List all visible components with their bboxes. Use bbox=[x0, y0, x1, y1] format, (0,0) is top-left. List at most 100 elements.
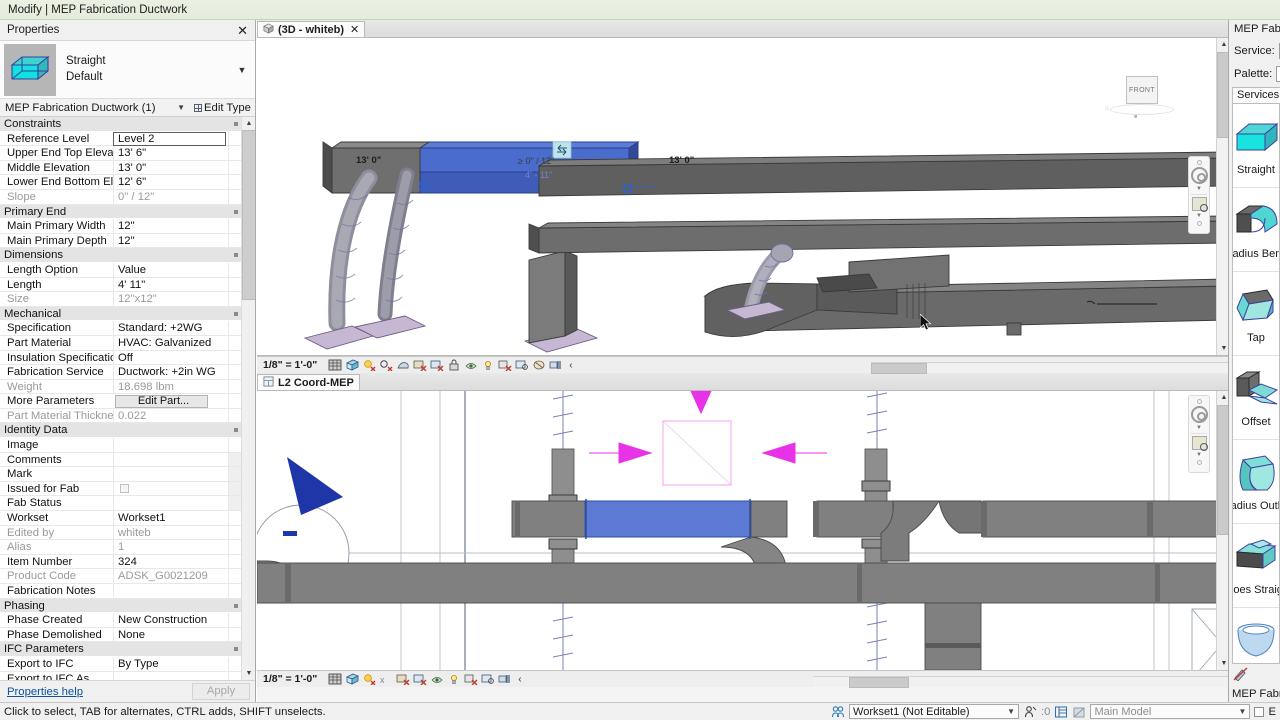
scroll-up-arrow-icon[interactable]: ▲ bbox=[242, 117, 255, 130]
scroll-up-arrow-icon[interactable]: ▲ bbox=[1217, 391, 1228, 404]
property-value[interactable]: 12' 6" bbox=[113, 175, 228, 189]
workset-combo[interactable]: Workset1 (Not Editable) ▼ bbox=[849, 704, 1020, 719]
property-row[interactable]: Upper End Top Elevation13' 6" bbox=[0, 146, 242, 161]
close-icon[interactable]: ✕ bbox=[235, 24, 250, 37]
steering-wheel-2d-icon[interactable] bbox=[1190, 406, 1208, 423]
chevron-down-icon[interactable]: ▼ bbox=[1196, 186, 1202, 192]
property-row[interactable]: Export to IFC As bbox=[0, 671, 242, 680]
scrollbar-thumb[interactable] bbox=[871, 363, 927, 374]
rendering-dialog-icon[interactable] bbox=[396, 359, 410, 372]
property-row[interactable]: Part Material HVAC: Galvanized bbox=[0, 335, 242, 351]
temporary-view-properties-icon[interactable] bbox=[498, 359, 512, 372]
property-value[interactable]: New Construction bbox=[113, 613, 228, 627]
property-row[interactable]: Alias 1 bbox=[0, 540, 242, 555]
view-scale-3d[interactable]: 1/8" = 1'-0" bbox=[263, 359, 317, 371]
property-row[interactable]: Size 12"x12" bbox=[0, 292, 242, 307]
reveal-hidden-icon[interactable] bbox=[447, 673, 461, 686]
property-row[interactable]: Comments bbox=[0, 452, 242, 468]
property-row[interactable]: Part Material Thickness0.022 bbox=[0, 408, 242, 424]
fabrication-part-item[interactable]: Radius Outlet bbox=[1233, 440, 1279, 524]
zoom-region-icon[interactable] bbox=[1191, 436, 1208, 451]
scrollbar-thumb[interactable] bbox=[849, 677, 909, 688]
navigation-bar-plan[interactable]: ▼ ▼ bbox=[1188, 395, 1210, 473]
shadows-icon[interactable] bbox=[379, 359, 393, 372]
edit-part-button[interactable]: Edit Part... bbox=[115, 394, 208, 408]
fabrication-settings-icon[interactable] bbox=[1233, 666, 1249, 684]
sun-path-icon[interactable] bbox=[362, 359, 376, 372]
property-value[interactable] bbox=[113, 671, 228, 680]
property-value[interactable]: Ductwork: +2in WG bbox=[113, 365, 228, 379]
property-row[interactable]: Length Option Value bbox=[0, 262, 242, 278]
fabrication-part-item[interactable]: Shoes Straight bbox=[1233, 524, 1279, 608]
chevron-down-icon[interactable]: ▼ bbox=[233, 65, 251, 75]
navbar-resize-icon[interactable] bbox=[1196, 221, 1202, 226]
property-value[interactable]: By Type bbox=[113, 656, 228, 671]
property-value[interactable]: 13' 0" bbox=[113, 160, 228, 175]
navbar-handle-icon[interactable] bbox=[1196, 160, 1202, 165]
filter-checkbox-icon[interactable] bbox=[1254, 706, 1265, 717]
property-value[interactable] bbox=[113, 481, 228, 496]
property-group-header[interactable]: Primary End bbox=[0, 204, 242, 220]
visual-style-icon[interactable] bbox=[345, 359, 360, 372]
property-group-header[interactable]: Phasing bbox=[0, 598, 242, 614]
lock-3d-view-icon[interactable] bbox=[447, 359, 461, 372]
reveal-constraints-icon[interactable] bbox=[532, 359, 546, 372]
exclude-options-icon[interactable] bbox=[1072, 705, 1086, 719]
chevron-down-icon[interactable]: ▼ bbox=[1196, 452, 1202, 458]
reveal-constraints-icon[interactable] bbox=[498, 673, 512, 686]
property-row[interactable]: Workset Workset1 bbox=[0, 511, 242, 526]
show-constraints-icon[interactable] bbox=[549, 359, 563, 372]
close-icon[interactable]: ✕ bbox=[350, 23, 359, 36]
scrollbar-thumb[interactable] bbox=[242, 130, 255, 300]
property-row[interactable]: Edited by whiteb bbox=[0, 525, 242, 541]
property-value[interactable]: 18.698 lbm bbox=[113, 379, 228, 394]
viewport-3d-vertical-scrollbar[interactable]: ▲ ▼ bbox=[1216, 38, 1228, 355]
viewport-plan[interactable]: ▼ ▼ ▲ ▼ bbox=[257, 391, 1228, 670]
viewport-3d[interactable]: 13' 0" ≥ 0" / 12" 4' - 11" 13' 0" FRONT … bbox=[257, 38, 1228, 356]
property-row[interactable]: Main Primary Width 12" bbox=[0, 219, 242, 234]
property-value[interactable]: ADSK_G0021209 bbox=[113, 569, 228, 583]
property-row[interactable]: Lower End Bottom Eleva...12' 6" bbox=[0, 175, 242, 190]
detail-level-icon[interactable] bbox=[328, 359, 342, 372]
navbar-handle-icon[interactable] bbox=[1196, 399, 1202, 404]
property-value[interactable] bbox=[113, 438, 228, 452]
temporary-hide-isolate-icon[interactable] bbox=[464, 359, 478, 372]
crop-view-icon[interactable] bbox=[396, 673, 410, 686]
type-selector-combo[interactable]: MEP Fabrication Ductwork (1) ▼ bbox=[0, 99, 191, 116]
property-row[interactable]: Phase Demolished None bbox=[0, 627, 242, 643]
property-row[interactable]: Product Code ADSK_G0021209 bbox=[0, 569, 242, 584]
property-value[interactable]: 12"x12" bbox=[113, 292, 228, 306]
property-row[interactable]: Middle Elevation 13' 0" bbox=[0, 160, 242, 176]
property-row[interactable]: Fab Status bbox=[0, 496, 242, 512]
navbar-resize-icon[interactable] bbox=[1196, 460, 1202, 465]
fabrication-parts-list[interactable]: Straight Radius Bend Tap Offset Radius Outle… bbox=[1232, 103, 1280, 664]
viewcube-front-face[interactable]: FRONT bbox=[1126, 76, 1158, 104]
property-value[interactable] bbox=[113, 467, 228, 481]
steering-wheel-icon[interactable] bbox=[1190, 167, 1208, 184]
property-row[interactable]: Insulation Specification Off bbox=[0, 350, 242, 366]
property-row[interactable]: Image bbox=[0, 438, 242, 453]
properties-vertical-scrollbar[interactable]: ▲ ▼ bbox=[241, 117, 255, 680]
crop-region-visible-icon[interactable] bbox=[413, 673, 427, 686]
home-icon[interactable]: ⌂ bbox=[1105, 105, 1109, 112]
property-row[interactable]: Slope 0" / 12" bbox=[0, 189, 242, 205]
property-value[interactable]: None bbox=[113, 627, 228, 642]
property-value[interactable]: 12" bbox=[113, 219, 228, 233]
crop-region-visible-icon[interactable] bbox=[430, 359, 444, 372]
fabrication-part-item[interactable]: Radius Bend bbox=[1233, 188, 1279, 272]
more-chevron-icon[interactable]: ‹ bbox=[518, 674, 521, 685]
property-value[interactable]: Off bbox=[113, 350, 228, 365]
property-value[interactable]: Level 2 bbox=[113, 131, 226, 147]
zoom-region-icon[interactable] bbox=[1191, 197, 1208, 212]
property-row[interactable]: Fabrication Service Ductwork: +2in WG bbox=[0, 365, 242, 380]
chevron-down-icon[interactable]: ▼ bbox=[1196, 213, 1202, 219]
navigation-bar-3d[interactable]: ▼ ▼ bbox=[1188, 156, 1210, 234]
sun-path-icon[interactable] bbox=[362, 673, 376, 686]
property-row[interactable]: Phase Created New Construction bbox=[0, 613, 242, 628]
design-options-icon[interactable] bbox=[1054, 705, 1068, 719]
property-row[interactable]: Weight 18.698 lbm bbox=[0, 379, 242, 395]
temporary-hide-isolate-icon[interactable] bbox=[430, 673, 444, 686]
property-value[interactable] bbox=[113, 452, 228, 467]
hide-analytical-icon[interactable] bbox=[481, 673, 495, 686]
property-value[interactable]: 13' 6" bbox=[113, 146, 228, 160]
